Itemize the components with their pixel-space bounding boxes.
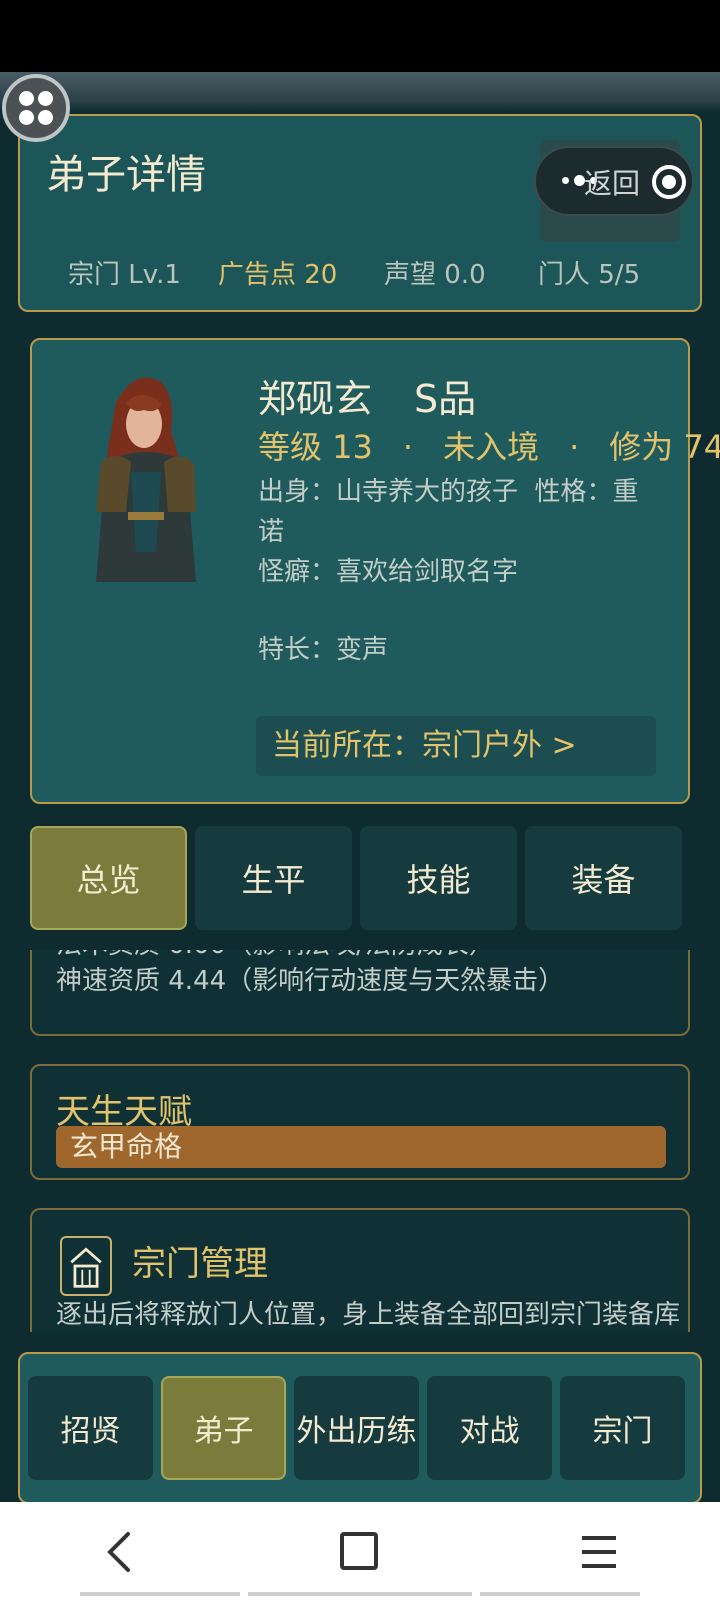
- tab-skills[interactable]: 技能: [360, 826, 517, 930]
- nav-expedition[interactable]: 外出历练: [294, 1376, 419, 1480]
- mini-program-capsule: 返回: [534, 146, 694, 216]
- detail-tabs: 总览 生平 技能 装备: [30, 826, 682, 930]
- speed-aptitude-text: 神速资质 4.44（影响行动速度与天然暴击）: [56, 966, 565, 996]
- tab-equipment[interactable]: 装备: [525, 826, 682, 930]
- specialty-text: 特长：变声: [258, 635, 389, 665]
- disciple-profile-card: 郑砚玄 S品 等级 13·未入境·修为 745 出身：山寺养大的孩子 性格：重 诺…: [30, 338, 720, 804]
- origin-text: 出身：山寺养大的孩子: [258, 477, 519, 507]
- sect-level: 宗门 Lv.1: [68, 260, 181, 290]
- members-count: 门人 5/5: [538, 260, 641, 290]
- header-card: 弟子详情 返回 宗门 Lv.1 广告点 20 声望 0.0 门人 5/5: [18, 114, 702, 312]
- management-title: 宗门管理: [132, 1244, 268, 1284]
- status-bar: [0, 0, 720, 72]
- nav-disciples[interactable]: 弟子: [161, 1376, 286, 1480]
- level-line: 等级 13·未入境·修为 745: [258, 422, 720, 468]
- disciple-name: 郑砚玄: [258, 377, 373, 421]
- house-icon[interactable]: [60, 1236, 112, 1296]
- bottom-navigation: 招贤 弟子 外出历练 对战 宗门: [18, 1352, 702, 1504]
- page-title: 弟子详情: [46, 152, 206, 198]
- background-scenery: [0, 72, 720, 112]
- personality-cont: 诺: [258, 517, 285, 547]
- ad-points: 广告点 20: [218, 260, 338, 290]
- talent-card: 天生天赋 玄甲命格: [30, 1064, 690, 1180]
- management-card: 宗门管理 逐出后将释放门人位置，身上装备全部回到宗门装备库: [30, 1208, 690, 1332]
- disciple-portrait: [76, 362, 216, 582]
- disciple-realm: 未入境: [443, 428, 540, 466]
- talent-item[interactable]: 玄甲命格: [56, 1126, 666, 1168]
- aptitude-card: 法术资质 0.00（影响法攻/法防成长） 神速资质 4.44（影响行动速度与天然…: [30, 950, 690, 1036]
- tab-biography[interactable]: 生平: [195, 826, 352, 930]
- grid-dots-icon: [19, 91, 53, 125]
- nav-indicator: [248, 1592, 472, 1596]
- chevron-left-icon[interactable]: [90, 1530, 150, 1574]
- disciple-grade: S品: [414, 377, 477, 421]
- location-link[interactable]: 当前所在：宗门户外 >: [256, 716, 656, 776]
- disciple-name-line: 郑砚玄 S品: [258, 368, 476, 423]
- nav-sect[interactable]: 宗门: [560, 1376, 685, 1480]
- menu-button[interactable]: [2, 74, 70, 142]
- square-icon[interactable]: [330, 1530, 390, 1574]
- disciple-cultivation: 修为 745: [609, 428, 720, 466]
- quirk-text: 怪癖：喜欢给剑取名字: [258, 557, 519, 587]
- nav-battle[interactable]: 对战: [427, 1376, 552, 1480]
- nav-indicator: [80, 1592, 240, 1596]
- nav-indicator: [480, 1592, 640, 1596]
- system-navigation-bar: [0, 1502, 720, 1600]
- prestige: 声望 0.0: [384, 260, 486, 290]
- hamburger-icon[interactable]: [570, 1530, 630, 1574]
- management-description: 逐出后将释放门人位置，身上装备全部回到宗门装备库: [56, 1300, 681, 1330]
- disciple-level: 等级 13: [258, 428, 373, 466]
- target-icon[interactable]: [652, 165, 686, 199]
- back-button[interactable]: 返回: [584, 162, 640, 202]
- nav-recruit[interactable]: 招贤: [28, 1376, 153, 1480]
- origin-personality: 出身：山寺养大的孩子 性格：重 诺: [258, 472, 639, 552]
- personality-text: 性格：重: [534, 477, 639, 507]
- tab-overview[interactable]: 总览: [30, 826, 187, 930]
